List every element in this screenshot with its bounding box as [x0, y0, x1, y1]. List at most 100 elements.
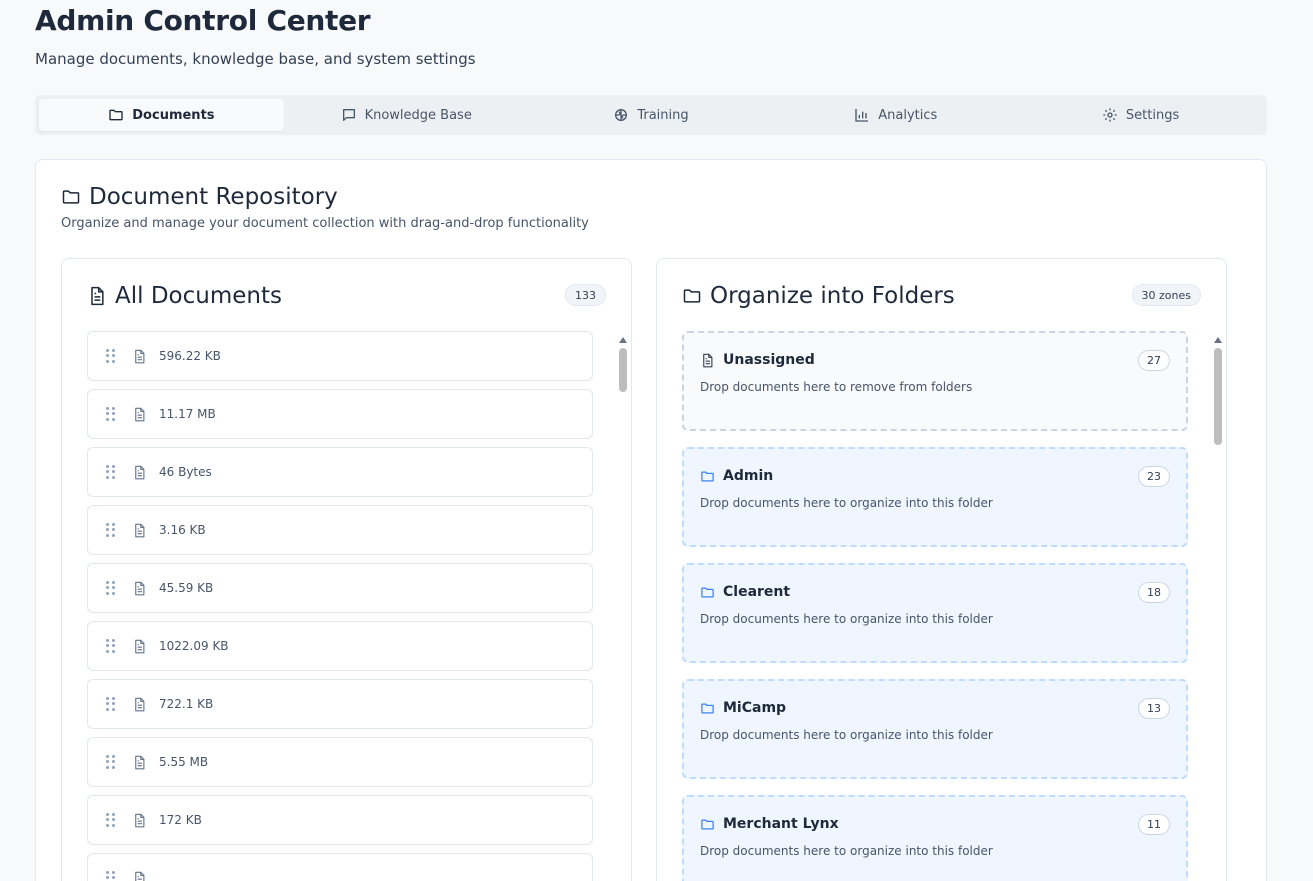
- zone-description: Drop documents here to organize into thi…: [700, 728, 993, 742]
- zone-name-text: Admin: [723, 468, 774, 484]
- drag-handle-icon[interactable]: [106, 755, 118, 769]
- all-documents-panel: All Documents 133 596.22 KB 11.17 MB 46 By…: [61, 258, 632, 881]
- zone-name-text: Unassigned: [723, 352, 815, 368]
- zone-count-badge: 11: [1138, 814, 1170, 835]
- zones-count-badge: 30 zones: [1131, 284, 1201, 306]
- document-icon: [135, 581, 145, 595]
- document-icon: [135, 349, 145, 363]
- panel-title: All Documents: [87, 283, 282, 309]
- folder-icon: [701, 471, 714, 481]
- document-icon: [135, 523, 145, 537]
- zone-name-text: Merchant Lynx: [723, 816, 839, 832]
- zone-name-text: MiCamp: [723, 700, 787, 716]
- folder-drop-zone[interactable]: Admin Drop documents here to organize int…: [682, 447, 1188, 547]
- folder-icon: [109, 109, 123, 121]
- drag-handle-icon[interactable]: [106, 407, 118, 421]
- zone-count-badge: 23: [1138, 466, 1170, 487]
- document-size: 11.17 MB: [159, 407, 216, 421]
- document-icon: [135, 465, 145, 479]
- zone-name: Unassigned: [700, 352, 815, 368]
- document-icon: [703, 353, 713, 367]
- folders-panel: Organize into Folders 30 zones Unassigne…: [656, 258, 1227, 881]
- drag-handle-icon[interactable]: [106, 639, 118, 653]
- folder-zone-list: Unassigned Drop documents here to remove …: [682, 331, 1188, 881]
- scrollbar[interactable]: [619, 337, 627, 857]
- scrollbar[interactable]: [1214, 337, 1222, 857]
- zone-description: Drop documents here to remove from folde…: [700, 380, 973, 394]
- tab-training[interactable]: Training: [529, 99, 774, 131]
- document-size: 1022.09 KB: [159, 639, 229, 653]
- document-row[interactable]: 3.16 KB: [87, 505, 593, 555]
- document-size: 46 Bytes: [159, 465, 212, 479]
- drag-handle-icon[interactable]: [106, 349, 118, 363]
- document-row[interactable]: 46 Bytes: [87, 447, 593, 497]
- folder-icon: [701, 819, 714, 829]
- scroll-up-icon[interactable]: [1214, 337, 1222, 343]
- tab-label: Knowledge Base: [364, 107, 472, 123]
- brain-icon: [615, 109, 628, 121]
- drag-handle-icon[interactable]: [106, 871, 118, 881]
- zone-name: Merchant Lynx: [700, 816, 839, 832]
- unassigned-drop-zone[interactable]: Unassigned Drop documents here to remove …: [682, 331, 1188, 431]
- folder-icon: [701, 703, 714, 713]
- card-description: Organize and manage your document collec…: [61, 216, 589, 231]
- document-row[interactable]: 172 KB: [87, 795, 593, 845]
- zone-name: Admin: [700, 468, 773, 484]
- drag-handle-icon[interactable]: [106, 523, 118, 537]
- tab-label: Documents: [132, 107, 215, 123]
- document-icon: [91, 286, 104, 306]
- document-size: 45.59 KB: [159, 581, 214, 595]
- folder-drop-zone[interactable]: MiCamp Drop documents here to organize in…: [682, 679, 1188, 779]
- tab-bar: Documents Knowledge Base Training Analyt…: [35, 95, 1267, 135]
- scroll-up-icon[interactable]: [619, 337, 627, 343]
- card-title: Document Repository: [61, 184, 338, 210]
- zone-name: Clearent: [700, 584, 790, 600]
- tab-label: Settings: [1125, 107, 1180, 123]
- bar-chart-icon: [855, 109, 869, 122]
- chat-icon: [342, 109, 355, 121]
- drag-handle-icon[interactable]: [106, 581, 118, 595]
- tab-settings[interactable]: Settings: [1018, 99, 1263, 131]
- document-row[interactable]: 45.59 KB: [87, 563, 593, 613]
- document-icon: [135, 407, 145, 421]
- document-icon: [135, 813, 145, 827]
- tab-analytics[interactable]: Analytics: [773, 99, 1018, 131]
- drag-handle-icon[interactable]: [106, 465, 118, 479]
- document-list: 596.22 KB 11.17 MB 46 Bytes 3.16 KB 45.59 KB…: [87, 331, 593, 881]
- zone-name-text: Clearent: [723, 584, 791, 600]
- document-row[interactable]: 596.22 KB: [87, 331, 593, 381]
- folder-drop-zone[interactable]: Clearent Drop documents here to organize …: [682, 563, 1188, 663]
- document-row[interactable]: 722.1 KB: [87, 679, 593, 729]
- document-icon: [135, 697, 145, 711]
- document-size: 3.16 KB: [159, 523, 206, 537]
- panel-title: Organize into Folders: [682, 283, 955, 309]
- document-repository-card: Document Repository Organize and manage …: [35, 159, 1267, 881]
- document-icon: [135, 871, 145, 881]
- tab-documents[interactable]: Documents: [39, 99, 284, 131]
- scrollbar-thumb[interactable]: [1214, 348, 1222, 445]
- drag-handle-icon[interactable]: [106, 697, 118, 711]
- zone-name: MiCamp: [700, 700, 786, 716]
- document-row[interactable]: 11.17 MB: [87, 389, 593, 439]
- document-size: 5.55 MB: [159, 755, 209, 769]
- document-row[interactable]: [87, 853, 593, 881]
- zone-count-badge: 13: [1138, 698, 1170, 719]
- zone-count-badge: 27: [1138, 350, 1170, 371]
- folder-icon: [683, 289, 701, 303]
- scrollbar-thumb[interactable]: [619, 348, 627, 392]
- document-row[interactable]: 1022.09 KB: [87, 621, 593, 671]
- zone-description: Drop documents here to organize into thi…: [700, 612, 993, 626]
- tab-knowledge-base[interactable]: Knowledge Base: [284, 99, 529, 131]
- document-icon: [135, 755, 145, 769]
- document-size: 172 KB: [159, 813, 202, 827]
- folder-icon: [62, 190, 80, 204]
- tab-label: Training: [637, 107, 689, 123]
- card-title-text: Document Repository: [89, 184, 338, 210]
- folder-drop-zone[interactable]: Merchant Lynx Drop documents here to orga…: [682, 795, 1188, 881]
- document-icon: [135, 639, 145, 653]
- document-row[interactable]: 5.55 MB: [87, 737, 593, 787]
- panel-title-text: All Documents: [115, 283, 282, 309]
- page-subtitle: Manage documents, knowledge base, and sy…: [35, 50, 476, 68]
- drag-handle-icon[interactable]: [106, 813, 118, 827]
- panel-title-text: Organize into Folders: [710, 283, 955, 309]
